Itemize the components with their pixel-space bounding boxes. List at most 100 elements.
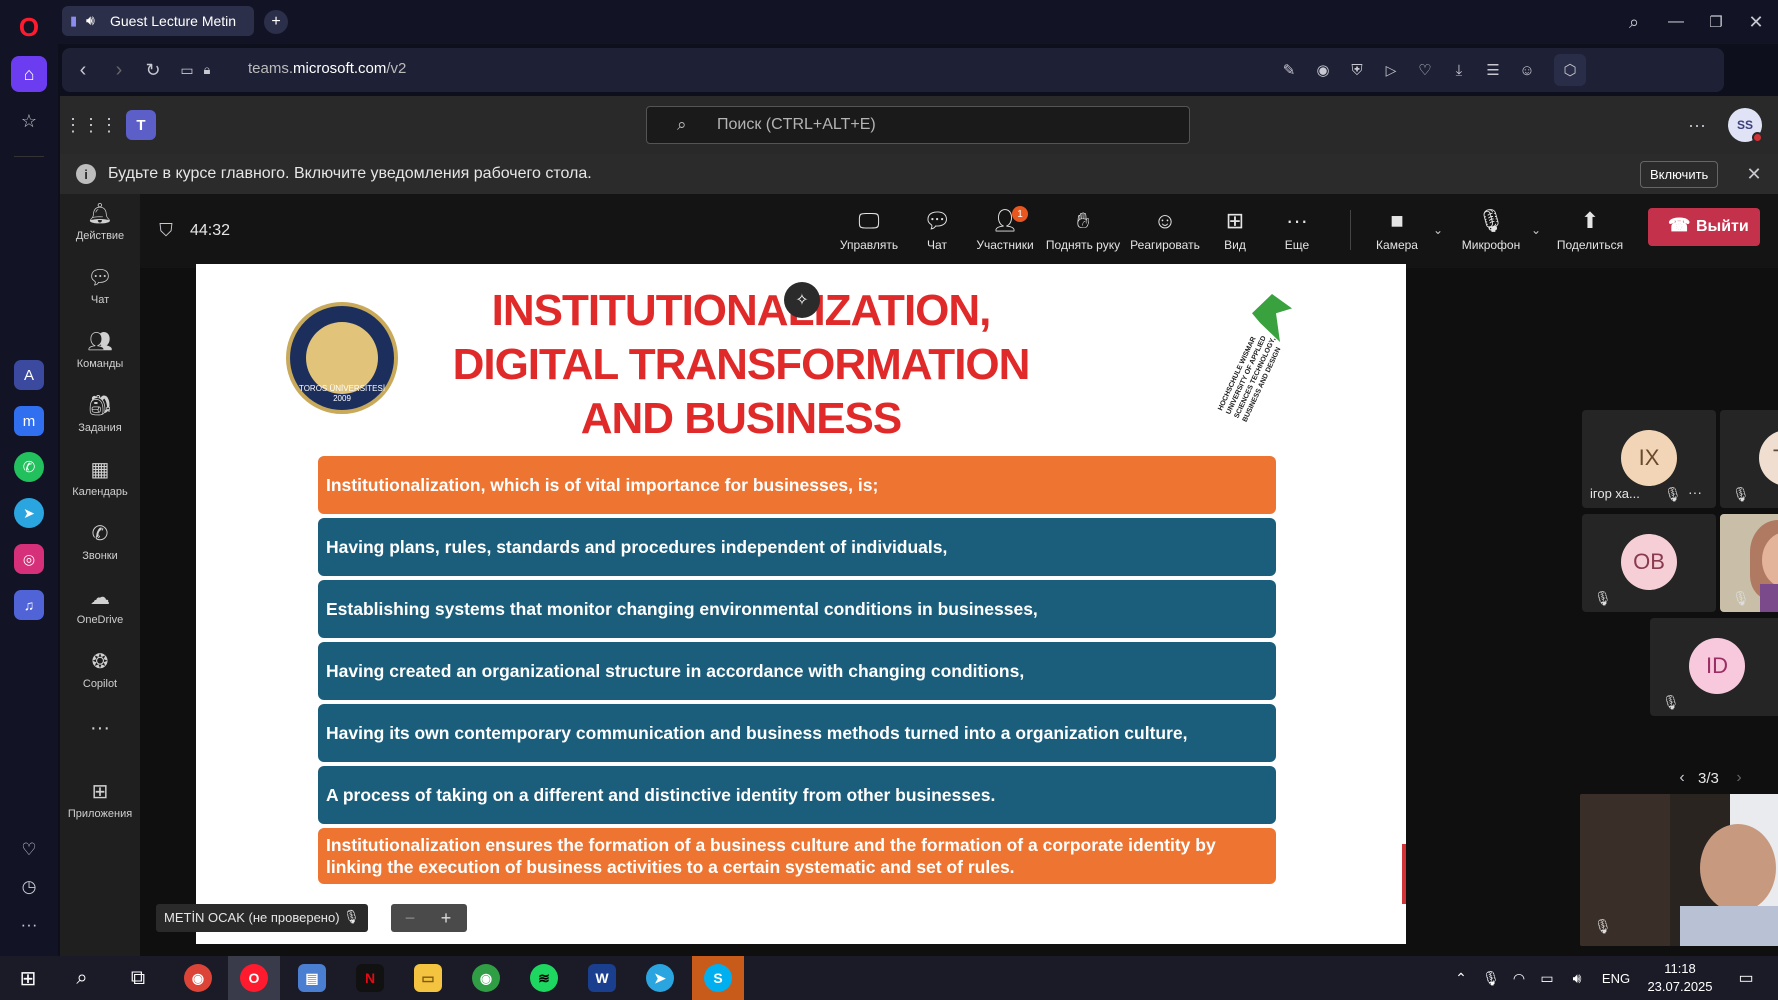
webex-icon[interactable]: W bbox=[576, 956, 628, 1000]
heart-icon[interactable]: ♡ bbox=[14, 835, 44, 865]
tab-active[interactable]: ▮ 🔊︎ Guest Lecture Metin bbox=[62, 6, 254, 36]
rail-more[interactable]: ··· bbox=[60, 712, 140, 774]
react-button[interactable]: ☺ Реагировать bbox=[1126, 204, 1204, 262]
participant-video-tile[interactable]: 🎙︎ bbox=[1720, 514, 1778, 612]
manage-button[interactable]: 🖵︎ Управлять bbox=[830, 204, 908, 262]
download-icon[interactable]: ⤓ bbox=[1446, 57, 1472, 83]
search-icon[interactable]: ⌕ bbox=[56, 956, 108, 1000]
microphone-icon[interactable]: 🎙︎ bbox=[1476, 956, 1506, 1000]
participant-tile[interactable]: TP 🎙︎ bbox=[1720, 410, 1778, 508]
rail-calendar[interactable]: ▦ Календарь bbox=[60, 454, 140, 516]
slide-row: Having its own contemporary communicatio… bbox=[318, 704, 1276, 762]
raise-hand-button[interactable]: ✋︎ Поднять руку bbox=[1040, 204, 1126, 262]
slide-row: A process of taking on a different and d… bbox=[318, 766, 1276, 824]
history-icon[interactable]: ◷ bbox=[14, 872, 44, 902]
task-view-icon[interactable]: ⧉ bbox=[112, 956, 164, 1000]
chevron-right-icon[interactable]: › bbox=[1730, 768, 1748, 788]
forward-icon[interactable]: › bbox=[106, 57, 132, 83]
participant-tile[interactable]: ID 🎙︎ bbox=[1650, 618, 1778, 716]
microphone-button[interactable]: 🎙︎ Микрофон bbox=[1450, 204, 1532, 262]
play-icon[interactable]: ▷ bbox=[1378, 57, 1404, 83]
leave-button[interactable]: ☎ Выйти bbox=[1648, 208, 1760, 246]
more-options-icon[interactable]: ··· bbox=[1682, 110, 1712, 140]
folder-icon[interactable]: ▭ bbox=[402, 956, 454, 1000]
chrome-icon[interactable]: ◉ bbox=[460, 956, 512, 1000]
rail-assignments[interactable]: 🎒︎ Задания bbox=[60, 390, 140, 452]
home-icon[interactable]: ⌂ bbox=[11, 56, 47, 92]
new-tab-button[interactable]: + bbox=[264, 10, 288, 34]
profile-icon[interactable]: ☺ bbox=[1514, 57, 1540, 83]
chevron-down-icon[interactable]: ⌄ bbox=[1430, 220, 1446, 240]
rail-apps[interactable]: ⊞ Приложения bbox=[60, 776, 140, 838]
chat-button[interactable]: 💬︎ Чат bbox=[898, 204, 976, 262]
more-icon[interactable]: ··· bbox=[14, 910, 44, 940]
shield-icon[interactable]: ⛨ bbox=[1344, 57, 1370, 83]
chevron-down-icon[interactable]: ⌄ bbox=[1528, 220, 1544, 240]
close-window-icon[interactable]: ✕ bbox=[1742, 8, 1770, 36]
close-icon[interactable]: ✕ bbox=[1742, 162, 1766, 186]
shared-slide: TOROS ÜNİVERSİTESİ 2009 INSTITUTIONALIZA… bbox=[196, 264, 1406, 944]
minimize-icon[interactable]: — bbox=[1662, 8, 1690, 36]
chevron-up-icon[interactable]: ⌃ bbox=[1446, 956, 1476, 1000]
easy-setup-icon[interactable]: ☰ bbox=[1480, 57, 1506, 83]
site-info-icon[interactable]: ▭ bbox=[176, 57, 198, 83]
aria-icon[interactable]: A bbox=[14, 360, 44, 390]
search-tabs-icon[interactable]: ⌕ bbox=[1620, 8, 1648, 36]
instagram-icon[interactable]: ◎ bbox=[14, 544, 44, 574]
extensions-icon[interactable]: ⬡ bbox=[1554, 54, 1586, 86]
participants-button[interactable]: 👤︎ Участники 1 bbox=[966, 204, 1044, 262]
more-button[interactable]: ··· Еще bbox=[1258, 204, 1336, 262]
url-field[interactable]: teams.microsoft.com/v2 bbox=[248, 60, 406, 77]
windows-start-icon[interactable]: ⊞ bbox=[2, 956, 54, 1000]
rail-copilot[interactable]: ❂ Copilot bbox=[60, 646, 140, 708]
sparkle-icon[interactable]: ✧ bbox=[784, 282, 820, 318]
mic-off-icon: 🎙︎ bbox=[1732, 590, 1750, 606]
rail-teams[interactable]: 👥︎ Команды bbox=[60, 326, 140, 388]
emoji-icon: ☺ bbox=[1153, 208, 1177, 233]
more-icon[interactable]: ··· bbox=[1688, 484, 1702, 500]
skype-icon[interactable]: S bbox=[692, 956, 744, 1000]
heart-icon[interactable]: ♡ bbox=[1412, 57, 1438, 83]
participant-tile[interactable]: OB 🎙︎ bbox=[1582, 514, 1716, 612]
self-video-tile[interactable]: 🎙︎ bbox=[1580, 794, 1778, 946]
wifi-icon[interactable]: ◠ bbox=[1504, 956, 1534, 1000]
teams-left-rail: 🔔︎ Действие 💬︎ Чат 👥︎ Команды 🎒︎ Задания ▦ Ка… bbox=[60, 194, 140, 956]
spotify-icon[interactable]: ≋ bbox=[518, 956, 570, 1000]
rail-onedrive[interactable]: ☁ OneDrive bbox=[60, 582, 140, 644]
zoom-in-button[interactable]: + bbox=[431, 906, 461, 930]
edit-icon[interactable]: ✎ bbox=[1276, 57, 1302, 83]
chrome-icon[interactable]: ◉ bbox=[172, 956, 224, 1000]
reload-icon[interactable]: ↻ bbox=[140, 57, 166, 83]
avatar[interactable]: SS bbox=[1728, 108, 1763, 143]
volume-icon[interactable]: 🔊︎ bbox=[1562, 956, 1592, 1000]
camera-snapshot-icon[interactable]: ◉ bbox=[1310, 57, 1336, 83]
opera-logo-icon[interactable]: O bbox=[14, 12, 44, 42]
share-button[interactable]: ⬆ Поделиться bbox=[1548, 204, 1632, 262]
zoom-out-button[interactable]: − bbox=[395, 906, 425, 930]
rail-chat[interactable]: 💬︎ Чат bbox=[60, 262, 140, 324]
telegram-icon[interactable]: ➤ bbox=[14, 498, 44, 528]
camera-button[interactable]: ■ Камера bbox=[1358, 204, 1436, 262]
clock[interactable]: 11:18 23.07.2025 bbox=[1640, 960, 1720, 996]
battery-icon[interactable]: ▭ bbox=[1532, 956, 1562, 1000]
cloud-icon: ☁ bbox=[90, 587, 110, 609]
back-icon[interactable]: ‹ bbox=[70, 57, 96, 83]
rail-calls[interactable]: ✆ Звонки bbox=[60, 518, 140, 580]
participant-tile[interactable]: IX ігор ха... 🎙︎ ··· bbox=[1582, 410, 1716, 508]
app-launcher-icon[interactable]: ⋮⋮⋮ bbox=[64, 110, 118, 140]
file-manager-icon[interactable]: ▤ bbox=[286, 956, 338, 1000]
messenger-icon[interactable]: m bbox=[14, 406, 44, 436]
search-input[interactable]: ⌕ Поиск (CTRL+ALT+E) bbox=[646, 106, 1190, 144]
notification-center-icon[interactable]: ▭ bbox=[1726, 956, 1766, 1000]
netflix-icon[interactable]: N bbox=[344, 956, 396, 1000]
rail-activity[interactable]: 🔔︎ Действие bbox=[60, 198, 140, 260]
star-icon[interactable]: ☆ bbox=[14, 106, 44, 136]
music-player-icon[interactable]: ♫ bbox=[14, 590, 44, 620]
whatsapp-icon[interactable]: ✆ bbox=[14, 452, 44, 482]
language-indicator[interactable]: ENG bbox=[1592, 956, 1640, 1000]
chevron-left-icon[interactable]: ‹ bbox=[1673, 768, 1691, 788]
opera-icon[interactable]: O bbox=[228, 956, 280, 1000]
telegram-icon[interactable]: ➤ bbox=[634, 956, 686, 1000]
enable-notifications-button[interactable]: Включить bbox=[1640, 161, 1719, 188]
restore-icon[interactable]: ❐ bbox=[1702, 8, 1730, 36]
